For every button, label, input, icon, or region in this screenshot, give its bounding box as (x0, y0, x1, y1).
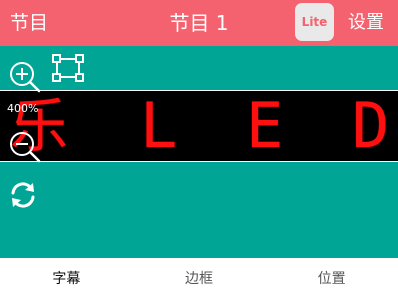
led-glyph: L (140, 90, 178, 162)
app-header: 节目 节目 1 Lite 设置 (0, 0, 398, 46)
page-title: 节目 1 (169, 11, 229, 35)
zoom-out-icon[interactable] (8, 130, 42, 164)
preview-stage: 乐 L E D 400% (0, 46, 398, 258)
tab-position[interactable]: 位置 (265, 258, 398, 300)
select-frame-icon[interactable] (52, 54, 84, 82)
led-glyph: D (352, 90, 390, 162)
zoom-level: 400% (7, 102, 39, 115)
refresh-icon[interactable] (8, 180, 38, 210)
zoom-in-icon[interactable] (8, 60, 42, 94)
led-preview[interactable]: 乐 L E D (0, 90, 398, 162)
lite-button[interactable]: Lite (295, 3, 334, 41)
bottom-tab-bar: 字幕 边框 位置 (0, 258, 398, 300)
led-glyph: E (246, 90, 284, 162)
tab-border[interactable]: 边框 (133, 258, 266, 300)
settings-button[interactable]: 设置 (348, 11, 384, 35)
tab-subtitle[interactable]: 字幕 (0, 258, 133, 300)
